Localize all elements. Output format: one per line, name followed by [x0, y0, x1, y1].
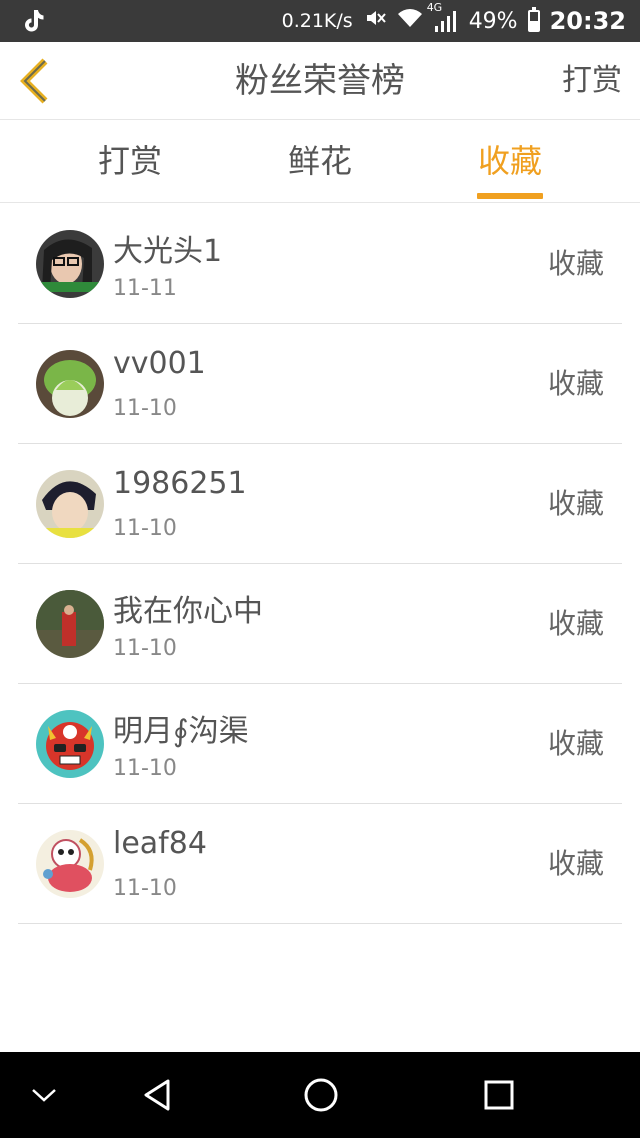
- header: 粉丝荣誉榜 打赏: [0, 42, 640, 120]
- favorite-label: 收藏: [547, 367, 604, 400]
- favorite-label: 收藏: [547, 727, 604, 760]
- reward-button[interactable]: 打赏: [562, 42, 622, 120]
- fan-list: 大光头1 11-11 收藏 vv001 11-10 收藏 1986251 11-…: [0, 204, 640, 924]
- list-item[interactable]: 大光头1 11-11 收藏: [18, 204, 622, 324]
- status-bar: 0.21K/s 4G 49% 20:32: [0, 0, 640, 42]
- tiktok-icon: [20, 8, 46, 38]
- date: 11-10: [113, 516, 177, 541]
- user-name: 明月∮沟渠: [113, 714, 249, 749]
- date: 11-10: [113, 756, 177, 781]
- favorite-label: 收藏: [547, 247, 604, 280]
- date: 11-10: [113, 636, 177, 661]
- tab-reward[interactable]: 打赏: [30, 121, 230, 203]
- back-triangle-icon[interactable]: [132, 1052, 182, 1138]
- tab-bar: 打赏 鲜花 收藏: [0, 121, 640, 203]
- user-name: 大光头1: [113, 234, 223, 269]
- back-button[interactable]: [12, 56, 58, 106]
- user-name: vv001: [113, 346, 206, 381]
- avatar: [36, 710, 104, 778]
- list-item[interactable]: 我在你心中 11-10 收藏: [18, 564, 622, 684]
- active-tab-indicator: [477, 193, 543, 199]
- battery-icon: [527, 7, 540, 32]
- tab-favorites[interactable]: 收藏: [410, 121, 610, 203]
- system-nav-bar: [0, 1052, 640, 1138]
- clock: 20:32: [549, 7, 626, 35]
- user-name: 1986251: [113, 466, 247, 501]
- mute-icon: [363, 6, 387, 36]
- favorite-label: 收藏: [547, 847, 604, 880]
- home-circle-icon[interactable]: [296, 1052, 346, 1138]
- user-name: leaf84: [113, 826, 207, 861]
- avatar: [36, 230, 104, 298]
- avatar: [36, 350, 104, 418]
- page-title: 粉丝荣誉榜: [235, 61, 405, 101]
- date: 11-10: [113, 876, 177, 901]
- date: 11-10: [113, 396, 177, 421]
- list-item[interactable]: vv001 11-10 收藏: [18, 324, 622, 444]
- avatar: [36, 590, 104, 658]
- list-item[interactable]: 1986251 11-10 收藏: [18, 444, 622, 564]
- favorite-label: 收藏: [547, 607, 604, 640]
- date: 11-11: [113, 276, 177, 301]
- chevron-down-icon[interactable]: [22, 1052, 66, 1138]
- net-speed: 0.21K/s: [281, 10, 353, 32]
- list-item[interactable]: leaf84 11-10 收藏: [18, 804, 622, 924]
- favorite-label: 收藏: [547, 487, 604, 520]
- tab-flowers[interactable]: 鲜花: [220, 121, 420, 203]
- wifi-icon: [397, 7, 423, 35]
- user-name: 我在你心中: [113, 594, 263, 629]
- list-item[interactable]: 明月∮沟渠 11-10 收藏: [18, 684, 622, 804]
- avatar: [36, 470, 104, 538]
- network-type: 4G: [426, 1, 443, 14]
- signal-icon: 4G: [427, 1, 459, 33]
- chevron-left-icon: [20, 58, 48, 104]
- avatar: [36, 830, 104, 898]
- recents-square-icon[interactable]: [474, 1052, 524, 1138]
- battery-percent: 49%: [468, 8, 518, 34]
